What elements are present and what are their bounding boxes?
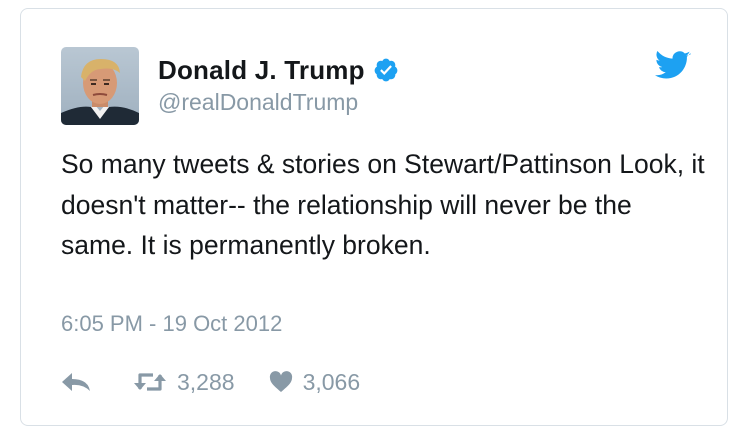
verified-badge-icon — [373, 57, 399, 83]
retweet-icon — [133, 371, 167, 393]
avatar-image — [61, 47, 139, 125]
like-button[interactable]: 3,066 — [269, 368, 361, 396]
reply-icon — [61, 371, 91, 393]
retweet-button[interactable]: 3,288 — [133, 369, 235, 396]
author-row: Donald J. Trump — [158, 53, 399, 87]
retweet-count: 3,288 — [177, 368, 235, 395]
twitter-bird-icon[interactable] — [655, 50, 691, 81]
tweet-text: So many tweets & stories on Stewart/Patt… — [61, 149, 705, 260]
heart-icon — [269, 371, 293, 393]
avatar[interactable] — [61, 47, 139, 125]
display-name[interactable]: Donald J. Trump — [158, 55, 365, 86]
tweet-timestamp[interactable]: 6:05 PM - 19 Oct 2012 — [61, 311, 282, 337]
tweet-actions: 3,288 3,066 — [61, 365, 360, 399]
reply-button[interactable] — [61, 371, 93, 393]
like-count: 3,066 — [302, 368, 361, 395]
user-handle[interactable]: @realDonaldTrump — [158, 89, 358, 116]
tweet-card: Donald J. Trump @realDonaldTrump So many… — [20, 8, 728, 426]
